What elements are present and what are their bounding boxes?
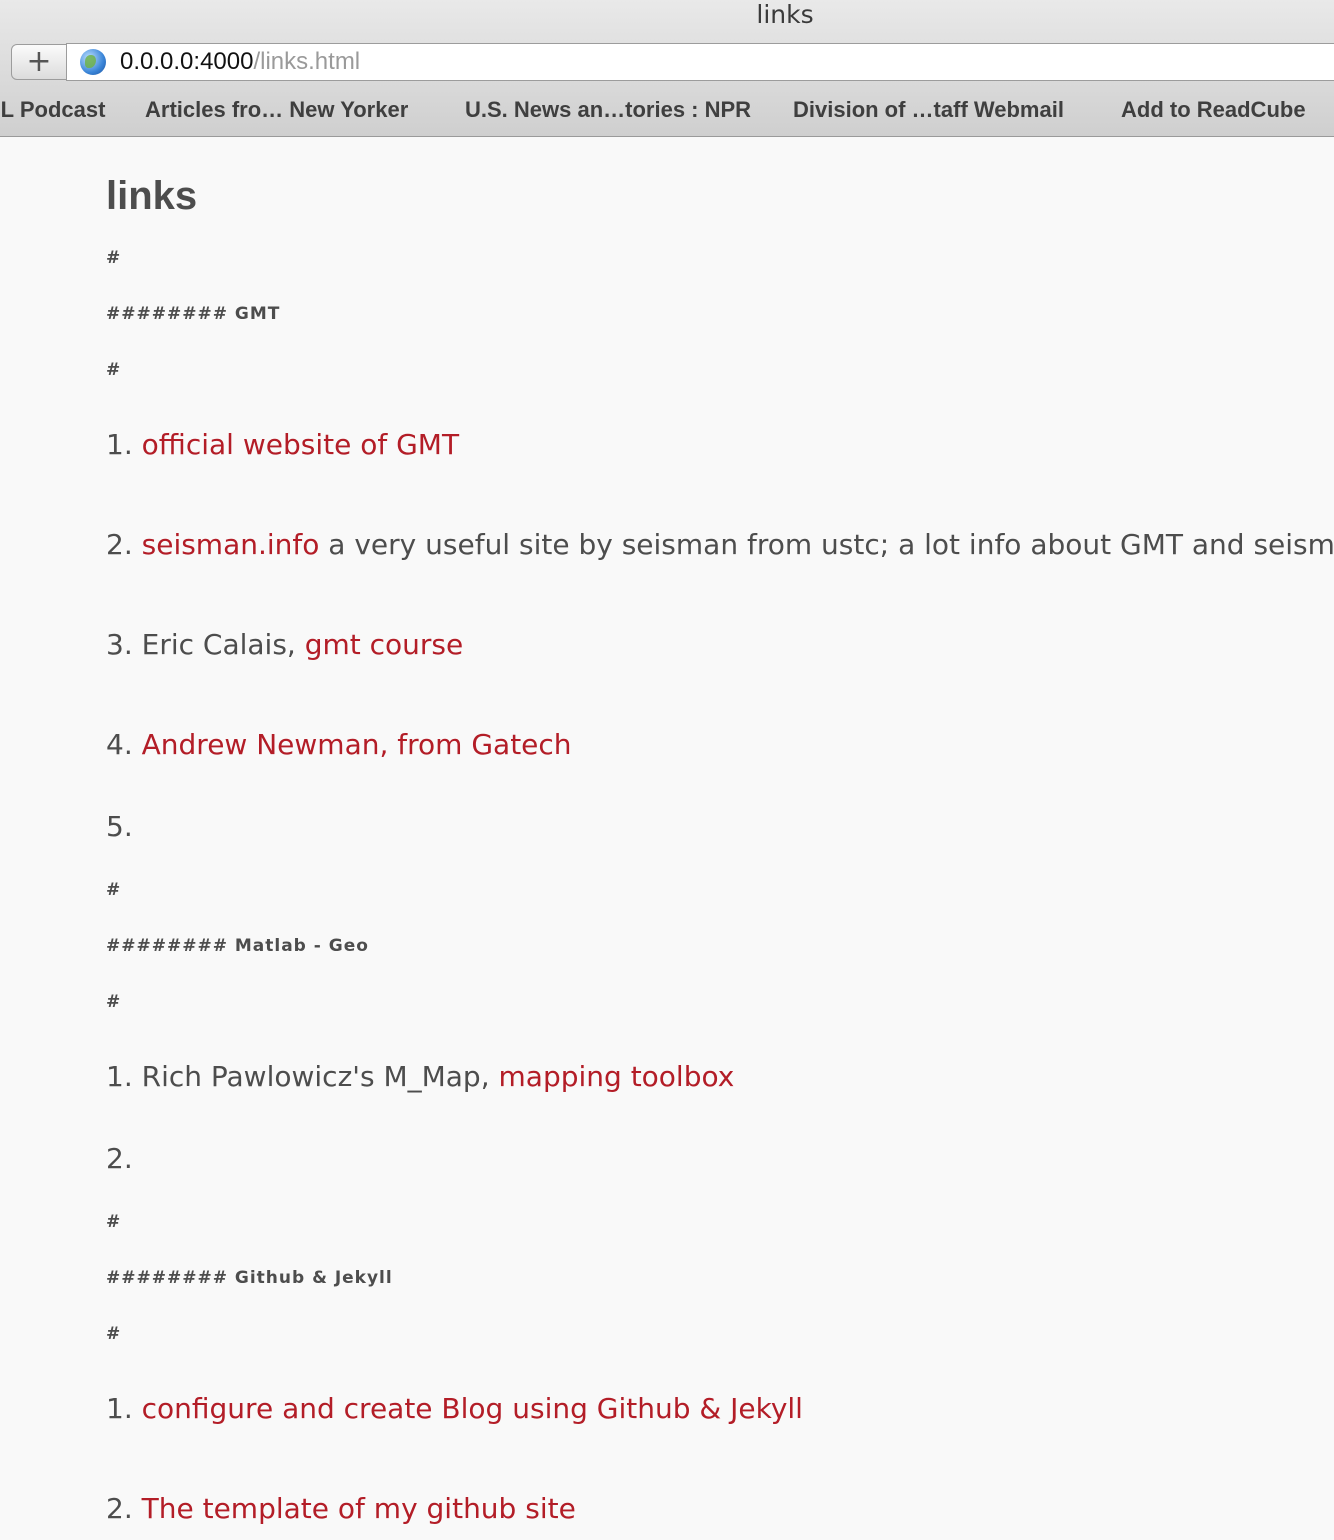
bookmark-item[interactable]: Division of …taff Webmail [793, 86, 1064, 134]
hash-line: # [106, 1324, 122, 1344]
item-prefix: Rich Pawlowicz's M_Map, [141, 1060, 499, 1093]
link-mapping-toolbox[interactable]: mapping toolbox [499, 1060, 735, 1093]
bookmarks-bar: SL Podcast Articles fro… New Yorker U.S.… [0, 86, 1334, 134]
item-number: 2. [106, 528, 133, 561]
link-github-template[interactable]: The template of my github site [142, 1492, 576, 1525]
list-item: 1. official website of GMT [106, 428, 459, 461]
item-number: 2. [106, 1142, 133, 1175]
link-github-jekyll[interactable]: configure and create Blog using Github &… [142, 1392, 803, 1425]
item-number: 2. [106, 1492, 133, 1525]
bookmark-item[interactable]: Articles fro… New Yorker [145, 86, 408, 134]
list-item: 2. The template of my github site [106, 1492, 576, 1525]
section-heading: ######## Matlab - Geo [106, 936, 369, 956]
list-item: 5. [106, 810, 133, 843]
list-item: 2. [106, 1142, 133, 1175]
url-host: 0.0.0.0:4000 [120, 48, 254, 75]
list-item: 4. Andrew Newman, from Gatech [106, 728, 572, 761]
link-gmt-course[interactable]: gmt course [305, 628, 464, 661]
link-andrew-newman[interactable]: Andrew Newman, from Gatech [142, 728, 572, 761]
window-title: links [756, 0, 814, 29]
section-heading: ######## Github & Jekyll [106, 1268, 393, 1288]
item-description: a very useful site by seisman from ustc;… [319, 528, 1334, 561]
page-title: links [106, 174, 198, 218]
list-item: 2. seisman.info a very useful site by se… [106, 528, 1334, 561]
link-seisman[interactable]: seisman.info [142, 528, 320, 561]
section-heading: ######## GMT [106, 304, 281, 324]
link-official-gmt[interactable]: official website of GMT [142, 428, 459, 461]
new-tab-button[interactable]: + [11, 44, 67, 80]
hash-line: # [106, 1212, 122, 1232]
bookmark-item[interactable]: U.S. News an…tories : NPR [465, 86, 751, 134]
hash-line: # [106, 880, 122, 900]
item-prefix: Eric Calais, [141, 628, 305, 661]
item-number: 1. [106, 428, 133, 461]
item-number: 5. [106, 810, 133, 843]
item-number: 3. [106, 628, 133, 661]
hash-line: # [106, 360, 122, 380]
bookmark-item[interactable]: Add to ReadCube [1121, 86, 1306, 134]
url-text[interactable]: 0.0.0.0:4000/links.html [120, 44, 360, 80]
browser-chrome: links + 0.0.0.0:4000/links.html SL Podca… [0, 0, 1334, 137]
globe-icon [80, 49, 106, 75]
item-number: 1. [106, 1060, 133, 1093]
list-item: 1. configure and create Blog using Githu… [106, 1392, 803, 1425]
address-bar[interactable]: 0.0.0.0:4000/links.html [66, 43, 1334, 81]
list-item: 1. Rich Pawlowicz's M_Map, mapping toolb… [106, 1060, 734, 1093]
item-number: 1. [106, 1392, 133, 1425]
bookmark-item[interactable]: SL Podcast [0, 86, 105, 134]
item-number: 4. [106, 728, 133, 761]
hash-line: # [106, 248, 122, 268]
list-item: 3. Eric Calais, gmt course [106, 628, 463, 661]
hash-line: # [106, 992, 122, 1012]
url-path: /links.html [253, 48, 361, 75]
